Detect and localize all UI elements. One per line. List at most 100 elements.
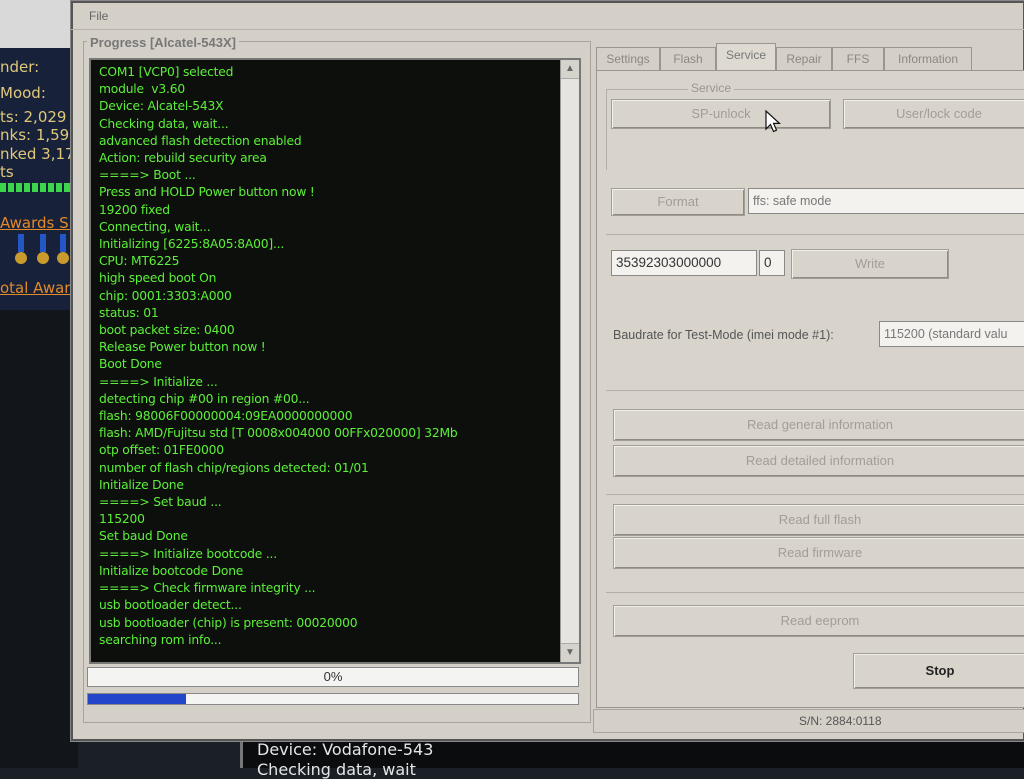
log-line: Set baud Done xyxy=(99,529,188,544)
tab-flash[interactable]: Flash xyxy=(660,47,716,70)
forum-line: ts: 2,029 xyxy=(0,108,67,126)
forum-line: nked 3,17 xyxy=(0,145,75,163)
background-console-window: Device: Vodafone-543 Checking data, wait xyxy=(240,738,1024,779)
baudrate-label: Baudrate for Test-Mode (imei mode #1): xyxy=(613,328,834,342)
log-line: 19200 fixed xyxy=(99,202,170,217)
baudrate-select[interactable]: 115200 (standard valu xyxy=(879,321,1024,347)
read-full-flash-label: Read full flash xyxy=(778,512,862,527)
separator xyxy=(606,234,1024,235)
log-line: Press and HOLD Power button now ! xyxy=(99,185,315,200)
log-line: Initialize bootcode Done xyxy=(99,563,244,578)
log-output-panel[interactable]: COM1 [VCP0] selected module v3.60 Device: … xyxy=(89,58,581,664)
console-line: Checking data, wait xyxy=(257,760,416,779)
log-line: chip: 0001:3303:A000 xyxy=(99,288,232,303)
read-detailed-info-button[interactable]: Read detailed information xyxy=(613,445,1024,477)
separator xyxy=(606,390,1024,391)
status-bar: S/N: 2884:0118 xyxy=(593,709,1024,733)
mouse-pointer-icon xyxy=(765,110,782,133)
imei-input[interactable]: 35392303000000 xyxy=(611,250,757,276)
log-line: status: 01 xyxy=(99,305,159,320)
format-label: Format xyxy=(657,194,699,209)
write-button[interactable]: Write xyxy=(791,249,949,279)
log-line: usb bootloader (chip) is present: 000200… xyxy=(99,615,358,630)
log-line: searching rom info... xyxy=(99,632,222,647)
read-eeprom-label: Read eeprom xyxy=(780,613,860,628)
user-lock-code-button[interactable]: User/lock code xyxy=(843,99,1024,129)
log-line: module v3.60 xyxy=(99,82,185,97)
tab-settings[interactable]: Settings xyxy=(596,47,660,70)
background-forum-page: nder: Mood: ts: 2,029 nks: 1,59 nked 3,1… xyxy=(0,0,87,310)
log-scrollbar[interactable]: ▲ ▼ xyxy=(560,60,579,662)
separator xyxy=(606,592,1024,593)
log-line: COM1 [VCP0] selected xyxy=(99,65,234,79)
forum-line: nks: 1,59 xyxy=(0,126,70,144)
log-line: otp offset: 01FE0000 xyxy=(99,443,224,458)
progress-percent-box: 0% xyxy=(87,667,579,687)
sp-unlock-button[interactable]: SP-unlock xyxy=(611,99,831,129)
tab-service[interactable]: Service xyxy=(716,43,776,72)
log-line: boot packet size: 0400 xyxy=(99,323,235,338)
forum-rank-bar xyxy=(0,183,74,192)
log-line: usb bootloader detect... xyxy=(99,598,242,613)
background-dark-area xyxy=(0,310,78,768)
forum-line: ts xyxy=(0,163,14,181)
log-line: 115200 xyxy=(99,512,145,527)
read-firmware-label: Read firmware xyxy=(777,545,863,560)
log-line: ====> Check firmware integrity ... xyxy=(99,581,316,596)
log-line: Connecting, wait... xyxy=(99,219,211,234)
log-line: CPU: MT6225 xyxy=(99,254,180,269)
read-full-flash-button[interactable]: Read full flash xyxy=(613,504,1024,536)
log-line: Initializing [6225:8A05:8A00]... xyxy=(99,237,285,252)
tab-information[interactable]: Information xyxy=(884,47,972,70)
sp-unlock-label: SP-unlock xyxy=(691,106,751,121)
read-firmware-button[interactable]: Read firmware xyxy=(613,537,1024,569)
log-line: detecting chip #00 in region #00... xyxy=(99,391,310,406)
log-line: Device: Alcatel-543X xyxy=(99,99,224,114)
chevron-up-icon[interactable]: ▲ xyxy=(561,60,579,79)
log-line: flash: AMD/Fujitsu std [T 0008x004000 00… xyxy=(99,426,458,441)
log-line: ====> Set baud ... xyxy=(99,495,222,510)
tab-ffs[interactable]: FFS xyxy=(832,47,884,70)
flasher-app-window: File Progress [Alcatel-543X] COM1 [VCP0]… xyxy=(70,0,1024,742)
log-line: Action: rebuild security area xyxy=(99,151,267,166)
chevron-down-icon[interactable]: ▼ xyxy=(561,643,579,662)
menu-bar: File xyxy=(71,1,1024,30)
format-button[interactable]: Format xyxy=(611,188,745,216)
log-line: ====> Initialize bootcode ... xyxy=(99,546,277,561)
user-lock-code-label: User/lock code xyxy=(896,106,982,121)
log-line: Initialize Done xyxy=(99,477,184,492)
log-line: high speed boot On xyxy=(99,271,217,286)
imei-check-digit-input[interactable]: 0 xyxy=(759,250,785,276)
log-line: ====> Boot ... xyxy=(99,168,196,183)
ffs-mode-select[interactable]: ffs: safe mode xyxy=(748,188,1024,214)
write-label: Write xyxy=(854,256,886,271)
log-line: flash: 98006F00000004:09EA0000000000 xyxy=(99,409,353,424)
medal-icon xyxy=(56,234,70,268)
read-general-info-label: Read general information xyxy=(747,417,893,432)
log-line: Boot Done xyxy=(99,357,162,372)
serial-number-text: S/N: 2884:0118 xyxy=(799,714,882,728)
console-line: Device: Vodafone-543 xyxy=(257,740,434,759)
medal-icon xyxy=(14,234,28,268)
tab-repair[interactable]: Repair xyxy=(776,47,832,70)
medal-icon xyxy=(36,234,50,268)
progress-bar xyxy=(87,693,579,705)
forum-header-strip xyxy=(0,0,78,48)
forum-line: Mood: xyxy=(0,84,46,102)
service-group-legend: Service xyxy=(688,81,735,95)
log-line: ====> Initialize ... xyxy=(99,374,218,389)
read-general-info-button[interactable]: Read general information xyxy=(613,409,1024,441)
award-medals xyxy=(0,234,74,274)
read-eeprom-button[interactable]: Read eeprom xyxy=(613,605,1024,637)
menu-file[interactable]: File xyxy=(89,9,108,23)
read-detailed-info-label: Read detailed information xyxy=(745,453,895,468)
stop-label: Stop xyxy=(925,663,955,678)
progress-group-title: Progress [Alcatel-543X] xyxy=(87,35,239,50)
log-line: number of flash chip/regions detected: 0… xyxy=(99,460,369,475)
total-awards-link[interactable]: otal Award xyxy=(0,279,80,297)
progress-percent-text: 0% xyxy=(323,669,343,684)
stop-button[interactable]: Stop xyxy=(853,653,1024,689)
progress-bar-fill xyxy=(88,694,186,704)
log-lines: COM1 [VCP0] selected module v3.60 Device: … xyxy=(99,64,554,649)
log-line: Release Power button now ! xyxy=(99,340,266,355)
